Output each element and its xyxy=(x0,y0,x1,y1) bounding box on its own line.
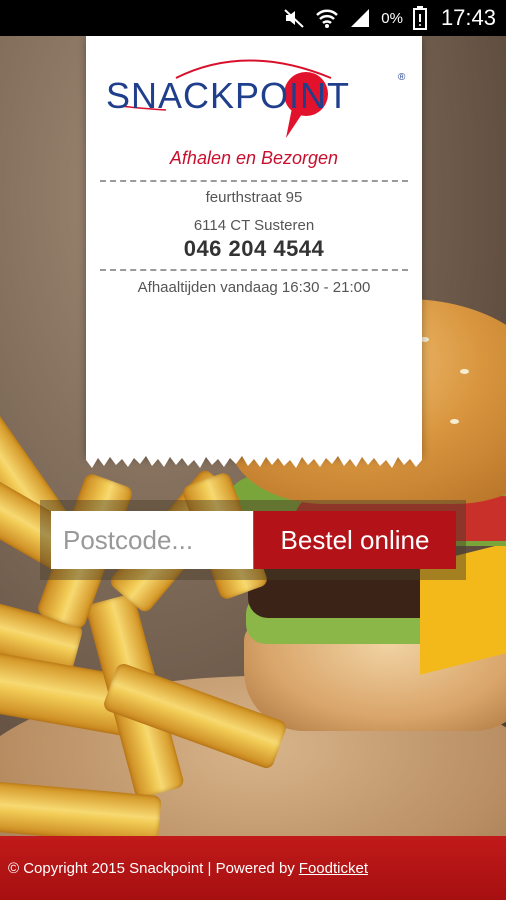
wifi-icon xyxy=(315,7,339,29)
address-city: 6114 CT Susteren xyxy=(193,217,315,234)
copyright-text: © Copyright 2015 Snackpoint | Powered by xyxy=(8,859,295,877)
order-online-button[interactable]: Bestel online xyxy=(254,511,456,569)
store-info-card: SNACKPOINT ® Afhalen en Bezorgen feurths… xyxy=(86,36,422,468)
battery-percent: 0% xyxy=(381,9,403,27)
svg-text:®: ® xyxy=(398,72,406,83)
divider xyxy=(100,269,408,271)
address-street: feurthstraat 95 xyxy=(205,189,303,206)
tagline: Afhalen en Bezorgen xyxy=(169,148,339,168)
receipt-torn-edge xyxy=(86,454,422,468)
svg-text:SNACKPOINT: SNACKPOINT xyxy=(106,75,350,116)
snackpoint-logo: SNACKPOINT ® xyxy=(106,59,406,138)
clock: 17:43 xyxy=(440,5,496,30)
postcode-input[interactable]: Postcode... xyxy=(51,511,253,569)
signal-icon xyxy=(349,7,371,29)
order-bar: Postcode... Bestel online xyxy=(40,500,466,580)
opening-hours: Afhaaltijden vandaag 16:30 - 21:00 xyxy=(137,279,371,296)
foodticket-link[interactable]: Foodticket xyxy=(299,860,368,877)
phone-number[interactable]: 046 204 4544 xyxy=(86,236,422,262)
status-bar: 0% 17:43 xyxy=(0,0,506,36)
footer: © Copyright 2015 Snackpoint | Powered by… xyxy=(0,836,506,900)
battery-icon xyxy=(412,6,427,30)
mute-icon xyxy=(283,7,305,29)
divider xyxy=(100,180,408,182)
